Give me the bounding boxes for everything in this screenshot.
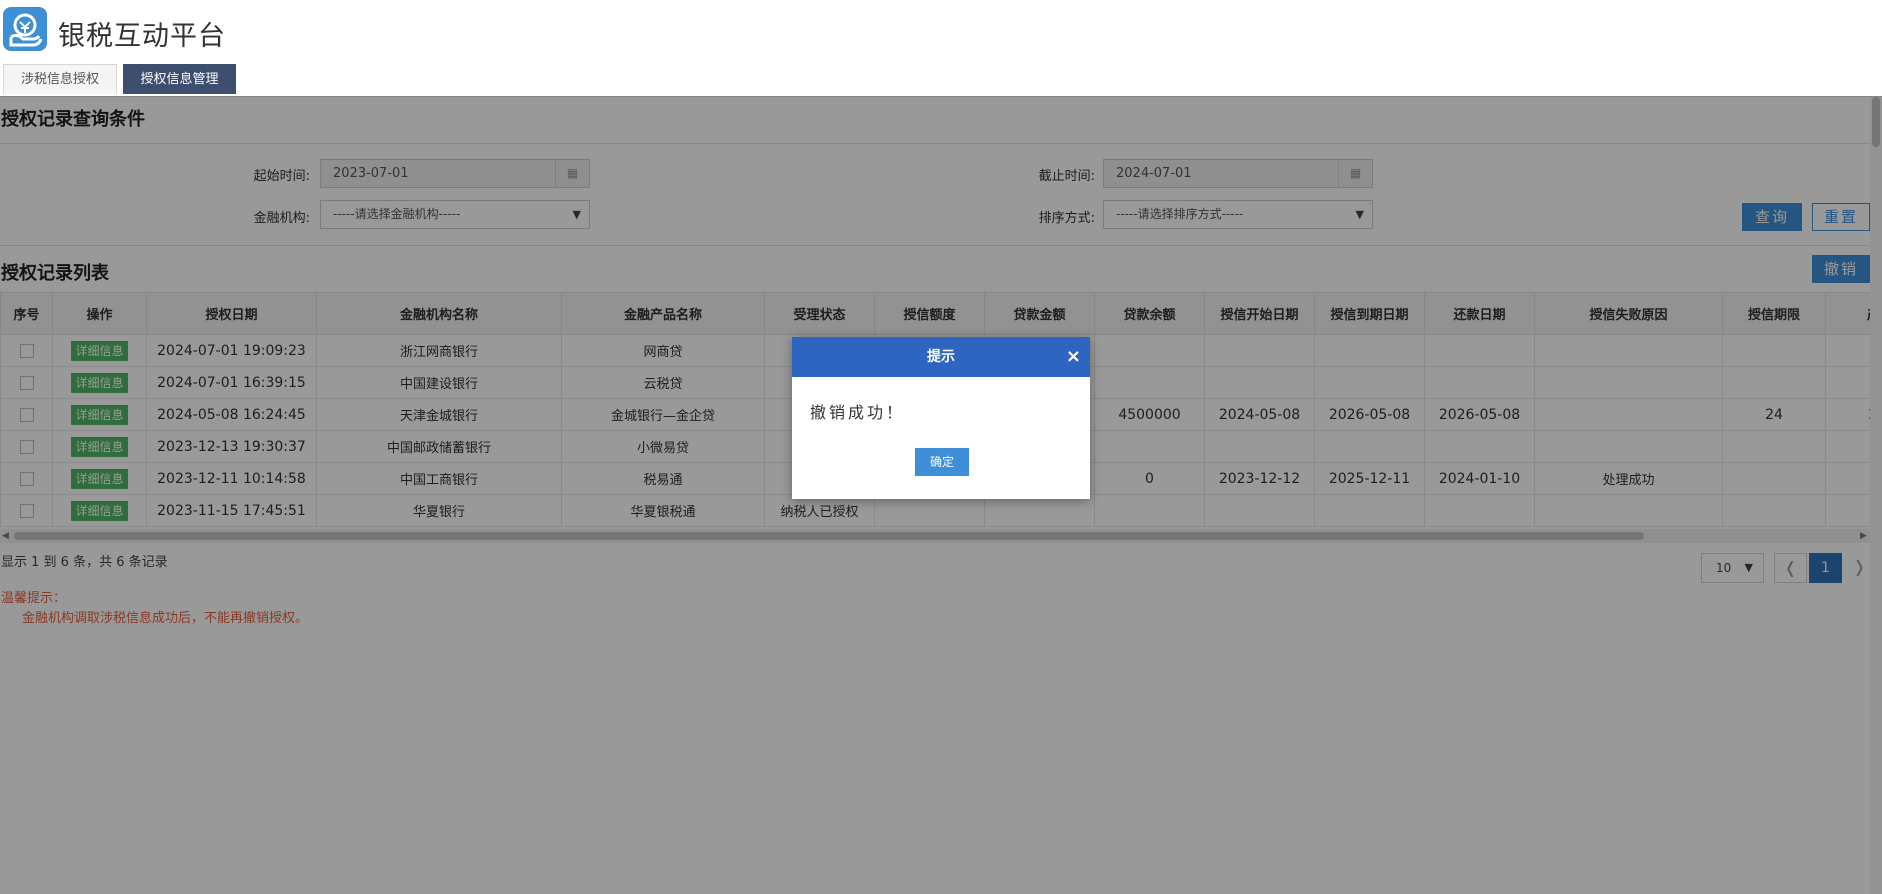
app-root: 银税互动平台 涉税信息授权 授权信息管理 授权记录查询条件 起始时间: 2023… bbox=[0, 0, 1882, 894]
dialog-message: 撤销成功！ bbox=[810, 403, 906, 422]
tab-tax-info-authorization[interactable]: 涉税信息授权 bbox=[3, 64, 117, 94]
app-header: 银税互动平台 bbox=[0, 0, 1882, 60]
alert-dialog: 提示 × 撤销成功！ 确定 bbox=[792, 337, 1090, 499]
app-title: 银税互动平台 bbox=[58, 21, 226, 52]
tab-authorization-management[interactable]: 授权信息管理 bbox=[123, 64, 236, 94]
close-icon[interactable]: × bbox=[1066, 337, 1081, 377]
tab-bar: 涉税信息授权 授权信息管理 bbox=[0, 64, 1882, 96]
dialog-title: 提示 bbox=[927, 349, 955, 365]
dialog-header: 提示 × bbox=[792, 337, 1090, 377]
bank-logo-icon bbox=[3, 7, 47, 51]
confirm-button[interactable]: 确定 bbox=[915, 448, 969, 476]
